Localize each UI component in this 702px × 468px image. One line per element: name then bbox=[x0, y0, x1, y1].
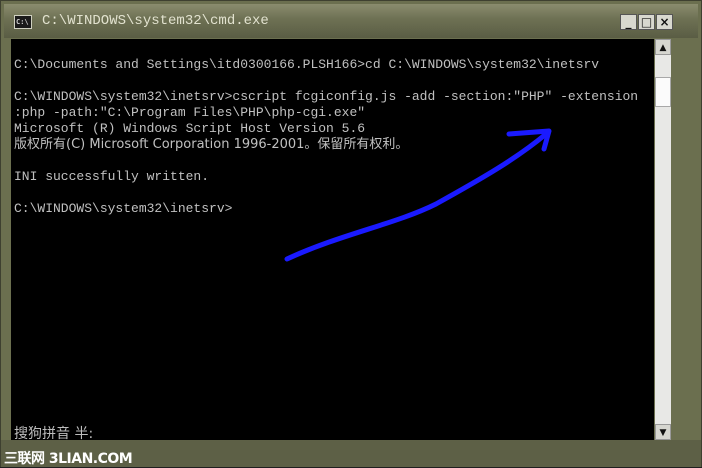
maximize-button[interactable]: □ bbox=[638, 14, 655, 30]
minimize-button[interactable]: _ bbox=[620, 14, 637, 30]
vertical-scrollbar[interactable]: ▲ ▼ bbox=[655, 39, 671, 440]
console-window: C:\ C:\WINDOWS\system32\cmd.exe _ □ × C:… bbox=[0, 0, 702, 467]
watermark-logo: 三联网 3LIAN.COM bbox=[4, 451, 133, 467]
annotation-arrow-icon bbox=[284, 128, 552, 262]
scroll-down-arrow-icon[interactable]: ▼ bbox=[655, 424, 671, 440]
console-output[interactable]: C:\Documents and Settings\itd0300166.PLS… bbox=[11, 39, 654, 440]
window-title: C:\WINDOWS\system32\cmd.exe bbox=[42, 13, 269, 29]
scroll-up-arrow-icon[interactable]: ▲ bbox=[655, 39, 671, 55]
scroll-thumb[interactable] bbox=[655, 77, 671, 107]
arrow-shaft bbox=[284, 131, 549, 262]
close-button[interactable]: × bbox=[656, 14, 673, 30]
title-bar[interactable]: C:\ C:\WINDOWS\system32\cmd.exe _ □ × bbox=[4, 4, 698, 38]
ime-status-bar[interactable]: 搜狗拼音 半: bbox=[14, 423, 93, 440]
cmd-app-icon[interactable]: C:\ bbox=[14, 15, 32, 29]
